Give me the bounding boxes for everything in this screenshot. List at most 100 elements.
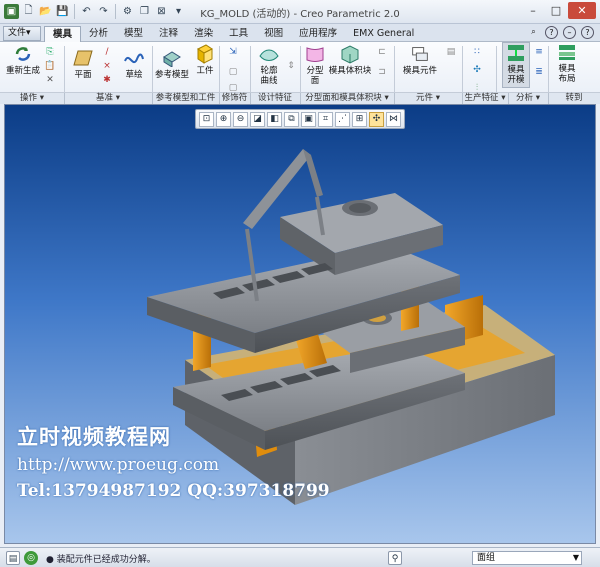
- regenerate-icon: [12, 44, 34, 64]
- draft-analysis-icon[interactable]: ≡: [532, 46, 546, 59]
- group-analysis[interactable]: 分析 ▾: [508, 93, 548, 104]
- parting-surface-label: 分型 面: [306, 66, 324, 86]
- separator: [394, 46, 395, 96]
- parting-surface-icon: [304, 44, 326, 64]
- regenerate-label: 重新生成: [6, 66, 41, 76]
- collapse-ribbon-icon[interactable]: –: [563, 26, 576, 39]
- shrink-scale-icon[interactable]: ▢: [226, 66, 240, 79]
- graphics-viewport[interactable]: ⊡ ⊕ ⊖ ◪ ◧ ⧉ ▣ ⌗ ⋰ ⊞ ✣ ⋈ 立时视频教程网 http://w…: [4, 104, 596, 544]
- mold-volume-button[interactable]: 模具体积块: [328, 44, 372, 76]
- separator: [152, 46, 153, 96]
- separator: [219, 46, 220, 96]
- separator: [250, 46, 251, 96]
- silhouette-curve-label: 轮廓 曲线: [260, 66, 278, 86]
- plane-icon: [72, 48, 94, 68]
- window-controls: – □ ✕: [522, 2, 596, 19]
- group-modifiers: 修饰符: [221, 93, 248, 103]
- tab-model[interactable]: 模型: [116, 26, 151, 42]
- mold-open-icon: [505, 43, 527, 63]
- sketch-button[interactable]: 草绘: [120, 48, 148, 80]
- separator: [548, 46, 549, 96]
- regenerate-button[interactable]: 重新生成: [6, 44, 40, 76]
- selection-binoculars-icon[interactable]: ⚲: [388, 551, 402, 565]
- mold-layout-label: 模具 布局: [558, 64, 576, 84]
- mold-component-button[interactable]: 模具元件: [398, 44, 442, 76]
- copy-icon[interactable]: ⎘: [43, 46, 57, 59]
- reference-model-label: 参考模型: [155, 70, 190, 80]
- shrinkage-icon[interactable]: ⇲: [226, 46, 240, 59]
- command-search-icon[interactable]: ?: [545, 26, 558, 39]
- group-production-features[interactable]: 生产特征 ▾: [462, 93, 508, 104]
- tab-view[interactable]: 视图: [256, 26, 291, 42]
- parting-surface-button[interactable]: 分型 面: [303, 44, 327, 86]
- delete-icon[interactable]: ✕: [43, 74, 57, 87]
- group-operations[interactable]: 操作 ▾: [0, 93, 64, 104]
- minimize-icon[interactable]: –: [522, 2, 544, 19]
- axis-icon[interactable]: /: [100, 46, 114, 59]
- group-goto: 转到: [565, 93, 583, 103]
- model-tree-toggle-icon[interactable]: ▤: [6, 551, 20, 565]
- watermark-site-name: 立时视频教程网: [17, 424, 171, 449]
- silhouette-curve-button[interactable]: 轮廓 曲线: [254, 44, 284, 86]
- point-icon[interactable]: ×: [100, 60, 114, 73]
- thickness-check-icon[interactable]: ≣: [532, 66, 546, 79]
- runner-icon[interactable]: ∷: [470, 46, 484, 59]
- mold-volume-icon: [339, 44, 361, 64]
- silhouette-curve-icon: [258, 44, 280, 64]
- ribbon-tab-bar: 文件▾ 模具 分析 模型 注释 渲染 工具 视图 应用程序 EMX Genera…: [0, 24, 600, 42]
- mold-component-label: 模具元件: [402, 66, 437, 76]
- separator: [462, 46, 463, 96]
- status-bar: ▤ ◎ ● 装配元件已经成功分解。 ⚲ 面组 ▼: [0, 547, 600, 567]
- group-components[interactable]: 元件 ▾: [394, 93, 462, 104]
- casting-icon[interactable]: ▤: [444, 46, 458, 59]
- ribbon-tabs: 模具 分析 模型 注释 渲染 工具 视图 应用程序 EMX General: [44, 26, 422, 42]
- selection-filter-select[interactable]: 面组 ▼: [472, 551, 582, 565]
- workpiece-button[interactable]: 工件: [193, 44, 217, 76]
- split-icon[interactable]: ⊏: [375, 46, 389, 59]
- tab-tools[interactable]: 工具: [221, 26, 256, 42]
- mold-component-icon: [409, 44, 431, 64]
- tab-emx-general[interactable]: EMX General: [345, 26, 422, 42]
- reference-model-button[interactable]: 参考模型: [155, 48, 189, 80]
- mold-layout-button[interactable]: 模具 布局: [552, 42, 582, 84]
- volume-split-icon[interactable]: ⊐: [375, 66, 389, 79]
- tab-applications[interactable]: 应用程序: [291, 26, 345, 42]
- mold-open-button[interactable]: 模具 开模: [502, 42, 530, 88]
- mold-open-label: 模具 开模: [507, 65, 525, 85]
- reference-model-icon: [161, 48, 183, 68]
- sketch-label: 草绘: [125, 70, 143, 80]
- group-datum[interactable]: 基准 ▾: [64, 93, 152, 104]
- workpiece-icon: [194, 44, 216, 64]
- separator: [64, 46, 65, 96]
- draft-check-icon[interactable]: ⇕: [284, 60, 298, 73]
- tab-render[interactable]: 渲染: [186, 26, 221, 42]
- sketch-icon: [123, 48, 145, 68]
- mold-layout-icon: [556, 42, 578, 62]
- plane-button[interactable]: 平面: [70, 48, 96, 80]
- mold-volume-label: 模具体积块: [328, 66, 372, 76]
- help-search-icon[interactable]: ⌕: [527, 26, 540, 39]
- title-bar: ▣ 🗋 📂 💾 ↶ ↷ ⚙ ❐ ⊠ ▾ KG_MOLD (活动的) - Creo…: [0, 0, 600, 24]
- help-icon[interactable]: ?: [581, 26, 594, 39]
- group-parting-surface-mold-volume[interactable]: 分型面和模具体积块 ▾: [300, 93, 394, 104]
- csys-icon[interactable]: ✱: [100, 74, 114, 87]
- tab-bar-right-tools: ⌕ ? – ?: [527, 26, 594, 39]
- water-line-icon[interactable]: ✣: [470, 64, 484, 77]
- tab-annotate[interactable]: 注释: [151, 26, 186, 42]
- browser-toggle-icon[interactable]: ◎: [24, 551, 38, 565]
- tab-mold[interactable]: 模具: [44, 26, 82, 42]
- selection-filter-value: 面组: [477, 553, 496, 563]
- close-icon[interactable]: ✕: [568, 2, 596, 19]
- chevron-down-icon: ▼: [572, 553, 579, 562]
- group-reference-model-workpiece: 参考模型和工件: [155, 93, 216, 103]
- workpiece-label: 工件: [196, 66, 214, 76]
- file-menu-button[interactable]: 文件▾: [3, 26, 41, 41]
- ribbon-group-labels: 操作 ▾ 基准 ▾ 参考模型和工件 修饰符 设计特征 分型面和模具体积块 ▾ 元…: [0, 92, 600, 105]
- watermark-contact: Tel:13794987192 QQ:397318799: [17, 481, 330, 501]
- tab-analysis[interactable]: 分析: [81, 26, 116, 42]
- mold-assembly-model: [147, 149, 555, 505]
- watermark-url: http://www.proeug.com: [17, 455, 220, 475]
- maximize-icon[interactable]: □: [545, 2, 567, 19]
- plane-label: 平面: [74, 70, 92, 80]
- paste-icon[interactable]: 📋: [43, 60, 57, 73]
